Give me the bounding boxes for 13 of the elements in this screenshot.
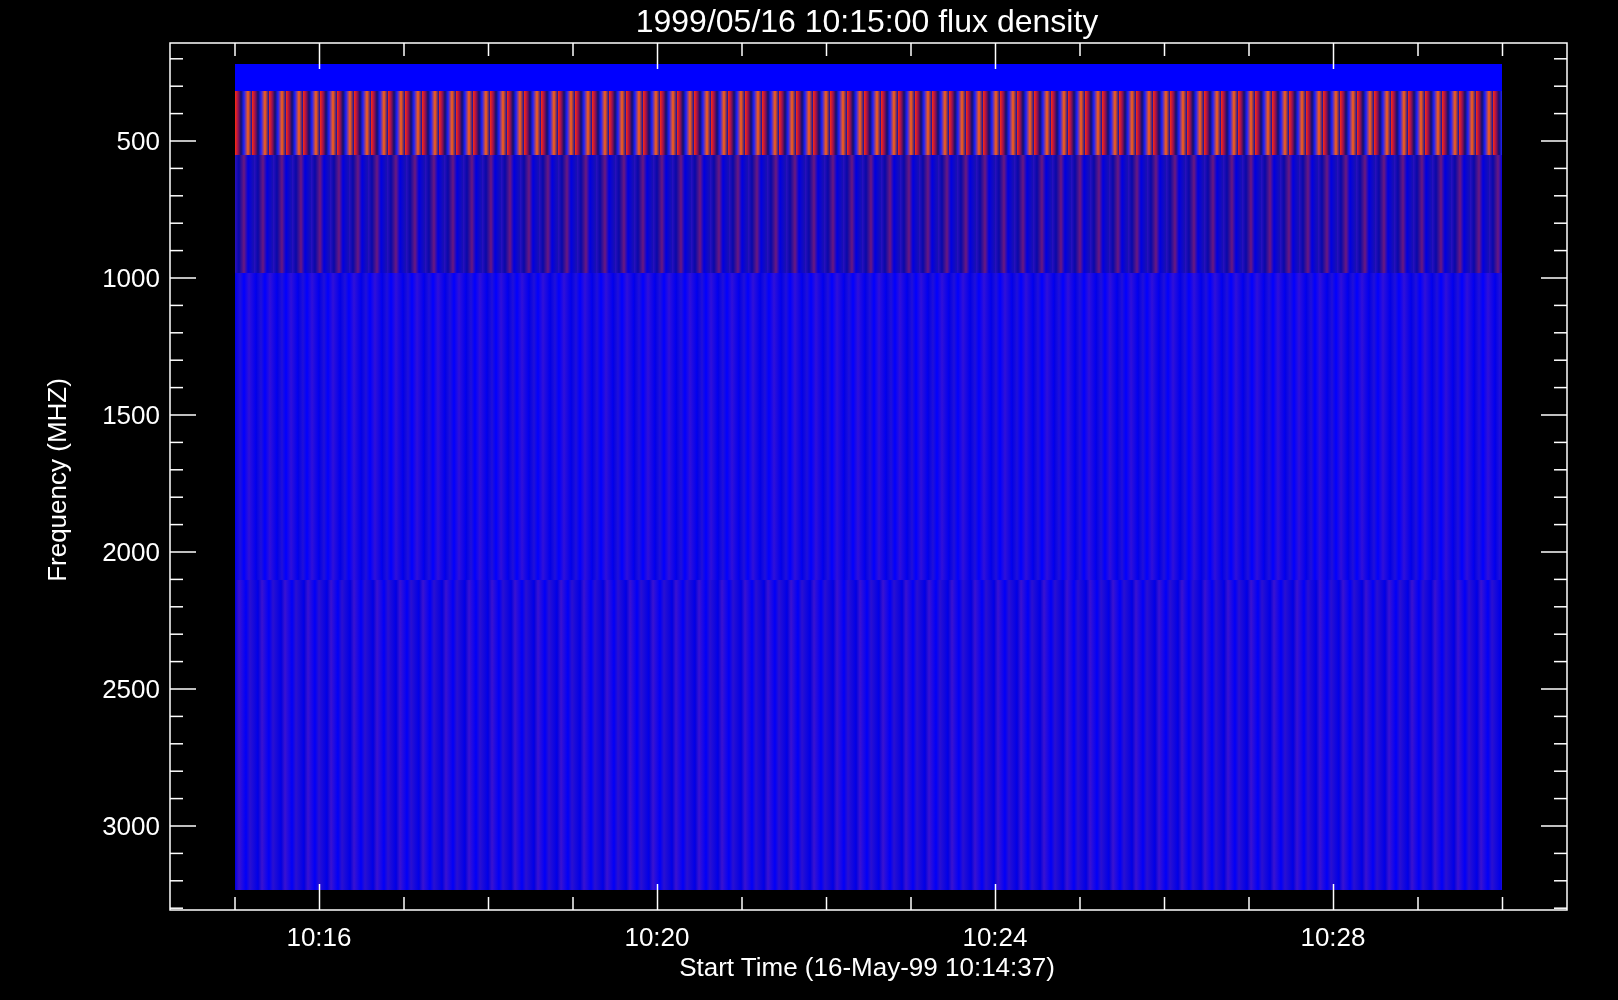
y-tick-label: 2500: [102, 674, 160, 704]
y-tick-label: 1000: [102, 263, 160, 293]
y-tick-label: 500: [116, 126, 160, 156]
plot-title: 1999/05/16 10:15:00 flux density: [635, 3, 1099, 39]
y-tick-label: 1500: [102, 400, 160, 430]
x-tick-label: 10:28: [1300, 922, 1366, 952]
x-tick-label: 10:24: [962, 922, 1028, 952]
y-tick-label: 3000: [102, 811, 160, 841]
y-axis-label: Frequency (MHZ): [42, 378, 72, 582]
x-tick-label: 10:16: [286, 922, 352, 952]
x-tick-label: 10:20: [624, 922, 690, 952]
y-tick-label: 2000: [102, 537, 160, 567]
x-axis-label: Start Time (16-May-99 10:14:37): [679, 952, 1055, 982]
